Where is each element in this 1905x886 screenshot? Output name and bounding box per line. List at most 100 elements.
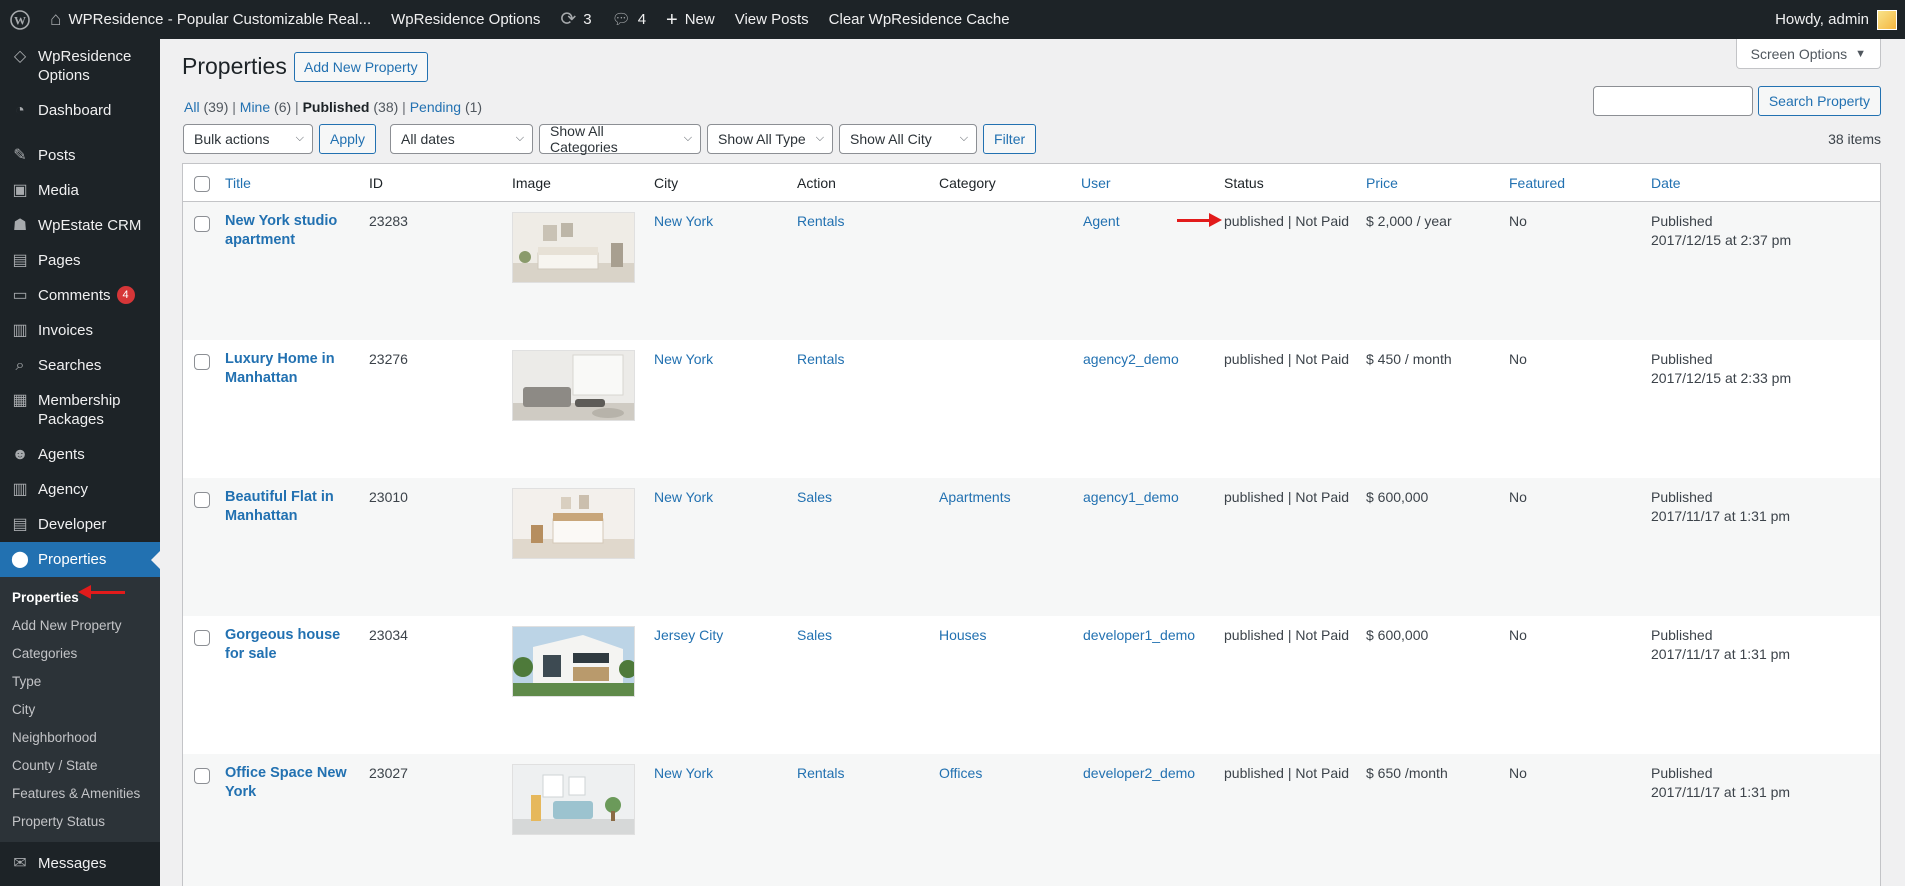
search-property-button[interactable]: Search Property <box>1757 86 1881 116</box>
row-checkbox[interactable] <box>194 354 210 370</box>
property-category-link[interactable]: Offices <box>939 764 982 783</box>
submenu-item-add-new-property[interactable]: Add New Property <box>0 612 160 640</box>
property-thumbnail[interactable] <box>512 626 635 697</box>
annotation-arrow-status <box>1177 213 1222 227</box>
sidebar-item-media[interactable]: ▣ Media <box>0 173 160 208</box>
view-filters: All (39) | Mine (6) | Published (38) | P… <box>184 99 483 115</box>
submenu-item-city[interactable]: City <box>0 696 160 724</box>
property-city-link[interactable]: New York <box>654 350 713 369</box>
property-city-link[interactable]: New York <box>654 212 713 231</box>
property-price: $ 650 /month <box>1366 765 1448 781</box>
my-account-link[interactable]: Howdy, admin <box>1775 9 1905 30</box>
row-checkbox[interactable] <box>194 630 210 646</box>
view-pending-link[interactable]: Pending (1) <box>410 99 482 115</box>
filter-button[interactable]: Filter <box>983 124 1037 154</box>
screen-options-button[interactable]: Screen Options ▼ <box>1735 39 1881 69</box>
sidebar-item-pages[interactable]: ▤ Pages <box>0 243 160 278</box>
row-checkbox[interactable] <box>194 492 210 508</box>
property-category-link[interactable]: Apartments <box>939 488 1011 507</box>
sidebar-item-dashboard[interactable]: ◔ Dashboard <box>0 93 160 128</box>
view-all-link[interactable]: All (39) <box>184 99 228 115</box>
updates-link[interactable]: ⟳ 3 <box>550 0 601 39</box>
property-city-link[interactable]: New York <box>654 488 713 507</box>
sidebar-item-properties[interactable]: ⬤ Properties <box>0 542 160 577</box>
property-user-link[interactable]: Agent <box>1083 212 1120 231</box>
submenu-item-property-status[interactable]: Property Status <box>0 808 160 836</box>
submenu-item-neighborhood[interactable]: Neighborhood <box>0 724 160 752</box>
wordpress-logo-button[interactable]: W <box>0 0 40 39</box>
property-user-link[interactable]: developer1_demo <box>1083 626 1195 645</box>
property-title-link[interactable]: New York studio apartment <box>225 212 350 250</box>
view-published-link[interactable]: Published (38) <box>303 99 399 115</box>
sort-title-link[interactable]: Title <box>225 174 251 193</box>
property-thumbnail[interactable] <box>512 488 635 559</box>
new-content-link[interactable]: + New <box>656 0 725 39</box>
apply-button[interactable]: Apply <box>319 124 377 154</box>
sort-date-link[interactable]: Date <box>1651 174 1681 193</box>
property-title-link[interactable]: Beautiful Flat in Manhattan <box>225 488 350 526</box>
location-pin-icon: ⬤ <box>11 551 29 568</box>
categories-select[interactable]: Show All Categories ⌵ <box>539 123 702 155</box>
sidebar-item-messages[interactable]: ✉ Messages <box>0 846 160 881</box>
view-posts-link[interactable]: View Posts <box>725 0 819 39</box>
types-select[interactable]: Show All Type ⌵ <box>707 124 834 154</box>
sort-user-link[interactable]: User <box>1081 174 1111 193</box>
row-checkbox[interactable] <box>194 768 210 784</box>
property-action-link[interactable]: Sales <box>797 626 832 645</box>
view-mine-link[interactable]: Mine (6) <box>240 99 291 115</box>
property-price: $ 600,000 <box>1366 489 1429 505</box>
wordpress-logo-icon: W <box>10 9 30 30</box>
sidebar-item-comments[interactable]: ▭ Comments 4 <box>0 278 160 313</box>
table-row: Gorgeous house for sale 23034 Jersey Cit… <box>183 616 1880 754</box>
comments-icon: ▭ <box>12 287 28 304</box>
bulk-actions-select[interactable]: Bulk actions ⌵ <box>183 124 313 154</box>
property-thumbnail[interactable] <box>512 212 635 283</box>
clear-cache-link[interactable]: Clear WpResidence Cache <box>819 0 1020 39</box>
options-link[interactable]: WpResidence Options <box>381 0 550 39</box>
submenu-item-features-amenities[interactable]: Features & Amenities <box>0 780 160 808</box>
property-title-link[interactable]: Office Space New York <box>225 764 350 802</box>
property-action-link[interactable]: Rentals <box>797 350 844 369</box>
sidebar-item-invoices[interactable]: ▥ Invoices <box>0 313 160 348</box>
cities-select[interactable]: Show All City ⌵ <box>839 124 978 154</box>
sidebar-item-developer[interactable]: ▤ Developer <box>0 507 160 542</box>
property-city-link[interactable]: Jersey City <box>654 626 723 645</box>
property-action-link[interactable]: Sales <box>797 488 832 507</box>
property-thumbnail[interactable] <box>512 764 635 835</box>
property-title-link[interactable]: Gorgeous house for sale <box>225 626 350 664</box>
property-user-link[interactable]: agency2_demo <box>1083 350 1179 369</box>
sort-price-link[interactable]: Price <box>1366 174 1398 193</box>
property-user-link[interactable]: agency1_demo <box>1083 488 1179 507</box>
property-category-link[interactable]: Houses <box>939 626 986 645</box>
add-new-property-button[interactable]: Add New Property <box>294 52 428 82</box>
row-checkbox[interactable] <box>194 216 210 232</box>
submenu-item-type[interactable]: Type <box>0 668 160 696</box>
table-row: Luxury Home in Manhattan 23276 New York … <box>183 340 1880 478</box>
search-input[interactable] <box>1592 86 1753 116</box>
sidebar-item-posts[interactable]: ✎ Posts <box>0 138 160 173</box>
property-thumbnail[interactable] <box>512 350 635 421</box>
comments-link[interactable]: 💬︎ 4 <box>602 0 656 39</box>
property-date: Published 2017/11/17 at 1:31 pm <box>1651 489 1791 524</box>
submenu-item-categories[interactable]: Categories <box>0 640 160 668</box>
sidebar-item-membership-packages[interactable]: ▦ Membership Packages <box>0 383 160 437</box>
site-name-link[interactable]: ⌂ WPResidence - Popular Customizable Rea… <box>40 0 381 39</box>
sidebar-item-agency[interactable]: ▥ Agency <box>0 472 160 507</box>
sidebar-item-searches[interactable]: ⌕ Searches <box>0 348 160 383</box>
comment-bubble-icon: 💬︎ <box>611 11 631 28</box>
calendar-icon: ▦ <box>12 392 28 409</box>
briefcase-icon: ▤ <box>12 516 28 533</box>
table-row: New York studio apartment 23283 New York… <box>183 202 1880 340</box>
select-all-checkbox[interactable] <box>194 176 210 192</box>
submenu-item-county-state[interactable]: County / State <box>0 752 160 780</box>
sidebar-item-wpresidence-options[interactable]: ◇ WpResidence Options <box>0 39 160 93</box>
property-city-link[interactable]: New York <box>654 764 713 783</box>
sidebar-item-agents[interactable]: ☻ Agents <box>0 437 160 472</box>
property-action-link[interactable]: Rentals <box>797 212 844 231</box>
property-title-link[interactable]: Luxury Home in Manhattan <box>225 350 350 388</box>
sidebar-item-wpestate-crm[interactable]: ☗ WpEstate CRM <box>0 208 160 243</box>
sort-featured-link[interactable]: Featured <box>1509 174 1565 193</box>
dates-select[interactable]: All dates ⌵ <box>390 124 534 154</box>
property-action-link[interactable]: Rentals <box>797 764 844 783</box>
property-user-link[interactable]: developer2_demo <box>1083 764 1195 783</box>
